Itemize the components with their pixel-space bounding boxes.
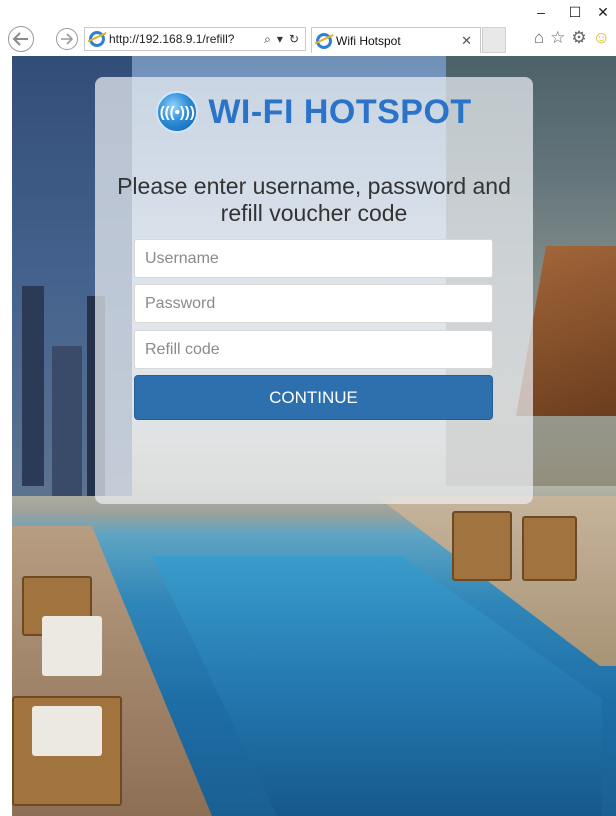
wifi-signal-icon: (((•))) — [156, 91, 199, 133]
hotspot-logo: (((•))) WI-FI HOTSPOT — [95, 87, 533, 137]
chair-cushion — [32, 706, 102, 756]
new-tab-button[interactable] — [482, 27, 506, 53]
close-tab-icon[interactable]: ✕ — [461, 33, 472, 49]
refresh-icon[interactable]: ↻ — [289, 32, 299, 47]
settings-gear-icon[interactable]: ⚙ — [571, 28, 586, 48]
tab-title: Wifi Hotspot — [336, 33, 401, 48]
logo-text: WI-FI HOTSPOT — [208, 92, 472, 131]
building — [52, 346, 82, 496]
tab-wifi-hotspot[interactable]: Wifi Hotspot ✕ — [311, 27, 481, 53]
ie-tab-icon — [316, 32, 332, 49]
smiley-feedback-icon[interactable]: ☺ — [593, 28, 610, 48]
minimize-button[interactable]: – — [528, 4, 554, 20]
browser-toolbar: http://192.168.9.1/refill? ⌕ ▾ ↻ Wifi Ho… — [0, 22, 616, 56]
search-icon[interactable]: ⌕ — [264, 32, 271, 47]
maximize-button[interactable]: ☐ — [562, 4, 588, 20]
window-titlebar: – ☐ ✕ — [0, 0, 616, 22]
address-url[interactable]: http://192.168.9.1/refill? — [109, 32, 264, 46]
forward-icon — [61, 33, 74, 45]
refill-code-input[interactable] — [134, 330, 493, 369]
back-icon — [12, 32, 28, 46]
continue-button[interactable]: CONTINUE — [134, 375, 493, 420]
chair-cushion — [42, 616, 102, 676]
login-card: (((•))) WI-FI HOTSPOT Please enter usern… — [95, 77, 533, 504]
username-input[interactable] — [134, 239, 493, 278]
dropdown-icon[interactable]: ▾ — [277, 32, 283, 47]
building — [22, 286, 44, 486]
close-window-button[interactable]: ✕ — [590, 4, 616, 20]
forward-button[interactable] — [56, 28, 78, 50]
address-bar[interactable]: http://192.168.9.1/refill? ⌕ ▾ ↻ — [84, 27, 306, 51]
password-input[interactable] — [134, 284, 493, 323]
favorites-star-icon[interactable]: ☆ — [550, 28, 565, 48]
deck-chair — [452, 511, 512, 581]
instruction-text: Please enter username, password and refi… — [117, 173, 511, 226]
back-button[interactable] — [8, 26, 34, 52]
deck-chair — [522, 516, 577, 581]
ie-page-icon — [89, 31, 105, 47]
home-icon[interactable]: ⌂ — [534, 28, 544, 48]
